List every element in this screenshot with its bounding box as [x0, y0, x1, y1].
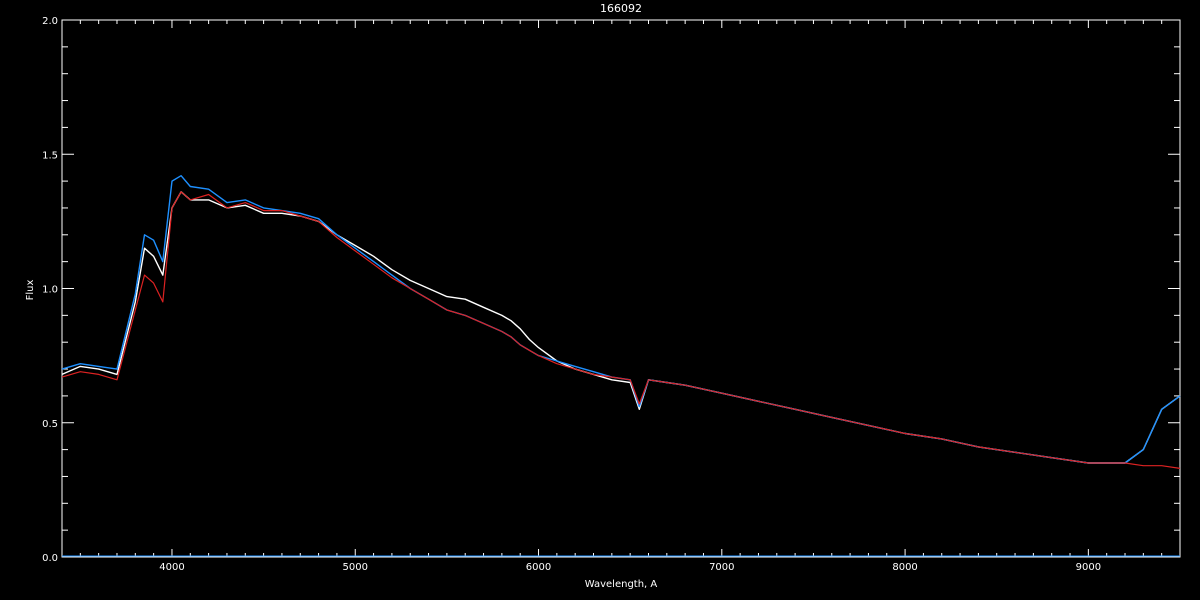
x-tick-label: 6000	[526, 562, 551, 573]
x-tick-label: 5000	[343, 562, 368, 573]
y-tick-label: 1.0	[42, 285, 58, 296]
y-tick-label: 2.0	[42, 16, 58, 27]
y-tick-label: 0.0	[42, 553, 58, 564]
series-line-0	[61, 191, 1181, 464]
series-line-2	[61, 191, 1181, 469]
x-tick-label: 4000	[159, 562, 184, 573]
chart-title: 166092	[600, 2, 642, 15]
x-tick-label: 8000	[892, 562, 917, 573]
plot-frame	[61, 19, 1181, 558]
series-layer	[61, 174, 1181, 557]
y-tick-label: 1.5	[42, 150, 58, 161]
y-tick-label: 0.5	[42, 419, 58, 430]
spectrum-chart: 166092 Wavelength, A Flux 4000 5000 6000 70…	[0, 0, 1200, 600]
x-tick-label: 9000	[1076, 562, 1101, 573]
axis-ticks: 4000 5000 6000 7000 8000 9000 0.0 0.5 1.0 1.5 2.0	[42, 16, 1181, 573]
y-axis-label: Flux	[25, 280, 36, 301]
series-line-1	[61, 174, 1181, 464]
x-axis-label: Wavelength, A	[585, 579, 658, 590]
x-tick-label: 7000	[709, 562, 734, 573]
